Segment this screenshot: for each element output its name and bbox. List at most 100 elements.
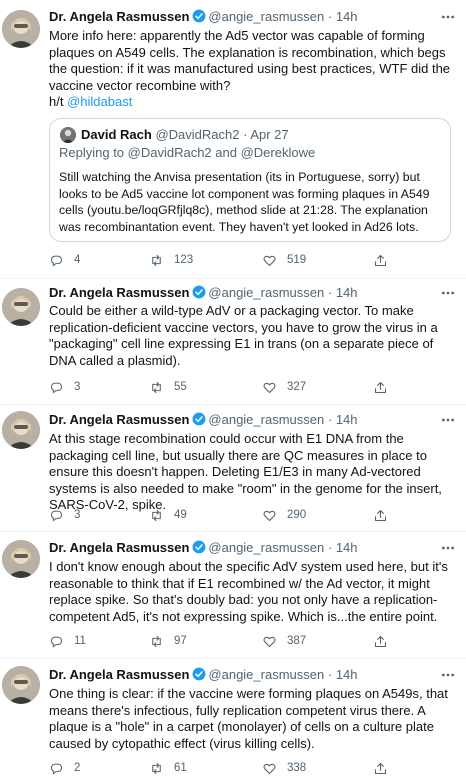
quoted-avatar — [60, 127, 76, 143]
avatar-image — [2, 10, 40, 48]
reply-icon — [50, 382, 63, 394]
author-handle[interactable]: @angie_rasmussen — [208, 285, 324, 300]
reply-icon — [50, 763, 63, 775]
quoted-author-handle: @DavidRach2 — [155, 127, 240, 142]
avatar[interactable] — [2, 411, 40, 449]
author-handle[interactable]: @angie_rasmussen — [208, 9, 324, 24]
avatar-image — [2, 411, 40, 449]
more-options-icon[interactable] — [440, 540, 456, 556]
reply-count: 11 — [74, 635, 86, 647]
timestamp[interactable]: 14h — [336, 540, 358, 555]
separator-dot: · — [327, 667, 333, 682]
verified-badge-icon — [192, 667, 206, 681]
verified-badge-icon — [192, 9, 206, 23]
like-count: 519 — [287, 254, 307, 266]
tweet-text: More info here: apparently the Ad5 vecto… — [49, 28, 459, 111]
retweet-button[interactable]: 97 — [149, 632, 187, 650]
like-button[interactable]: 519 — [262, 251, 306, 269]
author-handle[interactable]: @angie_rasmussen — [208, 540, 324, 555]
retweet-button[interactable]: 123 — [149, 251, 193, 269]
reply-button[interactable]: 3 — [49, 506, 80, 524]
timestamp[interactable]: 14h — [336, 285, 358, 300]
separator-dot: · — [243, 127, 248, 142]
retweet-icon — [152, 635, 161, 647]
heart-icon — [263, 255, 276, 266]
separator-dot: · — [327, 412, 333, 427]
like-count: 290 — [287, 509, 307, 521]
tweet-text: One thing is clear: if the vaccine were … — [49, 686, 448, 751]
like-button[interactable]: 290 — [262, 506, 306, 524]
tweet-text: At this stage recombination could occur … — [49, 431, 442, 512]
timestamp[interactable]: 14h — [336, 9, 358, 24]
reply-count: 2 — [74, 762, 81, 774]
tweet[interactable]: Dr. Angela Rasmussen @angie_rasmussen · 1… — [0, 405, 466, 525]
like-button[interactable]: 387 — [262, 632, 306, 650]
like-count: 338 — [287, 762, 307, 774]
timestamp[interactable]: 14h — [336, 412, 358, 427]
avatar[interactable] — [2, 666, 40, 704]
tweet[interactable]: Dr. Angela Rasmussen @angie_rasmussen · 1… — [0, 532, 466, 652]
tweet-text: I don't know enough about the specific A… — [49, 559, 448, 624]
quoted-timestamp: Apr 27 — [250, 127, 289, 142]
author-name[interactable]: Dr. Angela Rasmussen — [49, 9, 189, 24]
timestamp[interactable]: 14h — [336, 667, 358, 682]
reply-button[interactable]: 4 — [49, 251, 80, 269]
retweet-icon — [152, 509, 161, 521]
tweet-text: Could be either a wild-type AdV or a pac… — [49, 303, 438, 368]
retweet-icon — [152, 254, 161, 266]
retweet-button[interactable]: 49 — [149, 506, 187, 524]
separator-dot: · — [327, 9, 333, 24]
tweet[interactable]: Dr. Angela Rasmussen @angie_rasmussen · 1… — [0, 0, 466, 270]
reply-button[interactable]: 3 — [49, 378, 80, 396]
more-options-icon[interactable] — [440, 285, 456, 301]
share-button[interactable] — [373, 759, 398, 777]
share-icon — [374, 635, 387, 647]
retweet-button[interactable]: 55 — [149, 378, 187, 396]
author-name[interactable]: Dr. Angela Rasmussen — [49, 412, 189, 427]
retweet-count: 123 — [174, 254, 194, 266]
separator-dot: · — [327, 540, 333, 555]
reply-button[interactable]: 11 — [49, 632, 86, 650]
more-options-icon[interactable] — [440, 9, 456, 25]
avatar-image — [2, 540, 40, 578]
quoted-text: Still watching the Anvisa presentation (… — [59, 170, 430, 234]
tweet[interactable]: Dr. Angela Rasmussen @angie_rasmussen · 1… — [0, 659, 466, 777]
verified-badge-icon — [192, 412, 206, 426]
more-options-icon[interactable] — [440, 667, 456, 683]
share-icon — [374, 254, 387, 266]
reply-count: 3 — [74, 509, 81, 521]
author-name[interactable]: Dr. Angela Rasmussen — [49, 540, 189, 555]
verified-badge-icon — [192, 540, 206, 554]
separator-dot: · — [327, 285, 333, 300]
avatar[interactable] — [2, 540, 40, 578]
reply-count: 4 — [74, 254, 81, 266]
avatar[interactable] — [2, 288, 40, 326]
share-button[interactable] — [373, 251, 398, 269]
retweet-count: 55 — [174, 381, 187, 393]
author-handle[interactable]: @angie_rasmussen — [208, 412, 324, 427]
retweet-button[interactable]: 61 — [149, 759, 187, 777]
tweet-actions: 11 97 387 — [49, 632, 449, 650]
heart-icon — [263, 763, 276, 774]
author-handle[interactable]: @angie_rasmussen — [208, 667, 324, 682]
like-button[interactable]: 327 — [262, 378, 306, 396]
avatar-image — [2, 666, 40, 704]
retweet-count: 49 — [174, 509, 187, 521]
mention-link[interactable]: @hildabast — [67, 94, 132, 109]
like-button[interactable]: 338 — [262, 759, 306, 777]
avatar-image — [2, 288, 40, 326]
quoted-author-name: David Rach — [81, 127, 152, 142]
quoted-tweet[interactable]: David Rach @DavidRach2 · Apr 27 Replying… — [49, 118, 451, 242]
avatar[interactable] — [2, 10, 40, 48]
reply-button[interactable]: 2 — [49, 759, 80, 777]
share-button[interactable] — [373, 632, 398, 650]
author-name[interactable]: Dr. Angela Rasmussen — [49, 285, 189, 300]
share-button[interactable] — [373, 506, 398, 524]
author-name[interactable]: Dr. Angela Rasmussen — [49, 667, 189, 682]
share-icon — [374, 509, 387, 521]
share-icon — [374, 762, 387, 774]
heart-icon — [263, 510, 276, 521]
tweet[interactable]: Dr. Angela Rasmussen @angie_rasmussen · 1… — [0, 279, 466, 399]
more-options-icon[interactable] — [440, 412, 456, 428]
share-button[interactable] — [373, 378, 398, 396]
